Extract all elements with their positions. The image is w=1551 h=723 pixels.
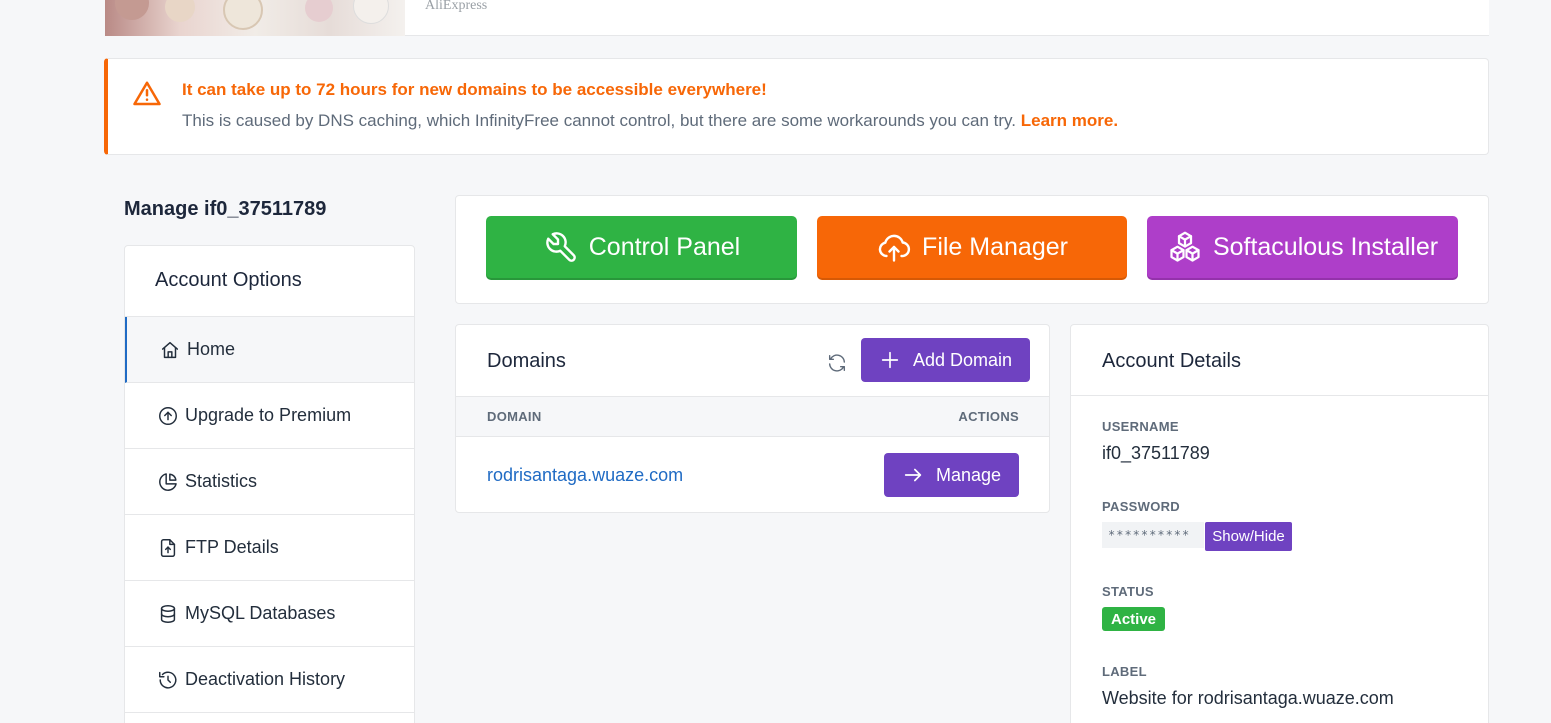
sidebar-item-label: Upgrade to Premium	[185, 405, 352, 425]
domains-table-header: DOMAIN ACTIONS	[456, 396, 1049, 437]
sidebar-item-label: Deactivation History	[185, 669, 346, 689]
sidebar-header: Account Options	[125, 246, 414, 317]
sidebar-item-statistics[interactable]: Statistics	[125, 449, 414, 515]
cloud-upload-icon	[878, 234, 911, 262]
alert-title: It can take up to 72 hours for new domai…	[182, 80, 767, 99]
wrench-icon	[545, 232, 576, 262]
learn-more-link[interactable]: Learn more.	[1021, 111, 1118, 130]
status-label: STATUS	[1102, 584, 1154, 599]
account-details-card: Account Details USERNAME if0_37511789 PA…	[1070, 324, 1489, 723]
ad-image[interactable]	[105, 0, 405, 36]
refresh-icon	[828, 354, 846, 372]
sidebar-item-upgrade[interactable]: Upgrade to Premium	[125, 383, 414, 449]
domains-title: Domains	[487, 350, 566, 372]
arrow-right-icon	[904, 468, 922, 482]
packages-icon	[1170, 231, 1200, 262]
domains-card: Domains Add Domain DOMAIN ACTIONS rodris…	[455, 324, 1050, 513]
sidebar-item-ftp[interactable]: FTP Details	[125, 515, 414, 581]
home-icon	[161, 341, 179, 358]
password-mask: **********	[1102, 522, 1204, 548]
file-upload-icon	[160, 538, 176, 557]
manage-domain-button[interactable]: Manage	[884, 453, 1019, 497]
ad-banner[interactable]: AliExpress	[105, 0, 1489, 36]
domain-link[interactable]: rodrisantaga.wuaze.com	[487, 465, 683, 486]
account-options-sidebar: Account Options Home Upgrade to Premium …	[124, 245, 415, 723]
softaculous-label: Softaculous Installer	[1212, 232, 1439, 261]
file-manager-button[interactable]: File Manager	[817, 216, 1127, 278]
column-header-actions: ACTIONS	[958, 409, 1019, 424]
username-label: USERNAME	[1102, 419, 1179, 434]
account-details-title: Account Details	[1102, 350, 1241, 372]
control-panel-button[interactable]: Control Panel	[486, 216, 797, 278]
control-panel-label: Control Panel	[588, 232, 741, 261]
sidebar-item-home[interactable]: Home	[125, 317, 414, 383]
manage-label: Manage	[935, 464, 1002, 485]
sidebar-item-mysql[interactable]: MySQL Databases	[125, 581, 414, 647]
history-icon	[159, 671, 177, 688]
plus-icon	[881, 351, 899, 369]
refresh-button[interactable]	[817, 343, 857, 383]
sidebar-item-label: Statistics	[185, 471, 258, 491]
warning-icon	[133, 81, 161, 106]
account-details-header: Account Details	[1071, 325, 1488, 396]
database-icon	[160, 604, 176, 623]
add-domain-button[interactable]: Add Domain	[861, 338, 1030, 382]
arrow-up-circle-icon	[159, 406, 177, 425]
sidebar-item-label: FTP Details	[185, 537, 279, 557]
dns-alert: It can take up to 72 hours for new domai…	[104, 58, 1489, 155]
tools-card: Control Panel File Manager Softaculous I…	[455, 195, 1489, 304]
page-title: Manage if0_37511789	[124, 198, 327, 220]
column-header-domain: DOMAIN	[487, 409, 542, 424]
sidebar-item-label: MySQL Databases	[185, 603, 336, 623]
show-hide-password-button[interactable]: Show/Hide	[1205, 522, 1292, 551]
label-label: LABEL	[1102, 664, 1147, 679]
status-badge: Active	[1102, 607, 1165, 631]
ad-source-label: AliExpress	[425, 0, 488, 13]
sidebar-item-deactivation-history[interactable]: Deactivation History	[125, 647, 414, 713]
sidebar-item-label: Home	[187, 339, 236, 359]
file-manager-label: File Manager	[922, 232, 1068, 261]
add-domain-label: Add Domain	[912, 349, 1013, 370]
label-value: Website for rodrisantaga.wuaze.com	[1102, 688, 1394, 708]
alert-text: This is caused by DNS caching, which Inf…	[182, 111, 1118, 131]
alert-body: This is caused by DNS caching, which Inf…	[182, 111, 1017, 130]
username-value: if0_37511789	[1102, 443, 1210, 463]
chart-pie-icon	[159, 472, 177, 491]
password-label: PASSWORD	[1102, 499, 1180, 514]
softaculous-installer-button[interactable]: Softaculous Installer	[1147, 216, 1458, 278]
